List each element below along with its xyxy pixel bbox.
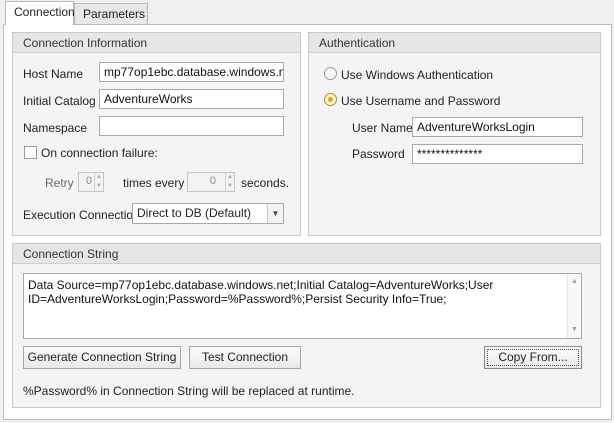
copy-from-button[interactable]: Copy From... xyxy=(484,346,582,369)
retry-interval-spinner[interactable]: 0 ▲ ▼ xyxy=(187,172,235,192)
password-input[interactable]: ************** xyxy=(412,144,583,164)
test-connection-button[interactable]: Test Connection xyxy=(189,346,301,369)
runtime-note: %Password% in Connection String will be … xyxy=(23,384,355,398)
connection-string-line-1: Data Source=mp77op1ebc.database.windows.… xyxy=(28,278,494,292)
password-label: Password xyxy=(352,147,405,161)
initial-catalog-label: Initial Catalog xyxy=(23,94,96,108)
on-failure-label: On connection failure: xyxy=(41,146,158,160)
chevron-down-icon: ▼ xyxy=(267,204,283,223)
connection-string-group: Connection String Data Source=mp77op1ebc… xyxy=(12,243,601,408)
scroll-up-icon[interactable]: ▲ xyxy=(568,276,581,288)
tab-connection[interactable]: Connection xyxy=(5,1,75,25)
connection-information-group: Connection Information Host Name mp77op1… xyxy=(12,32,301,236)
windows-auth-radio[interactable] xyxy=(324,67,337,80)
connection-information-header: Connection Information xyxy=(13,33,300,53)
connection-string-header: Connection String xyxy=(13,244,600,264)
authentication-group: Authentication Use Windows Authenticatio… xyxy=(308,32,601,236)
execution-connection-label: Execution Connection xyxy=(23,208,140,222)
windows-auth-label: Use Windows Authentication xyxy=(341,68,494,82)
retry-interval-value: 0 xyxy=(209,175,216,187)
execution-connection-select[interactable]: Direct to DB (Default) ▼ xyxy=(132,203,284,224)
spinner-arrows-icon: ▲ ▼ xyxy=(94,173,103,191)
textarea-scrollbar[interactable]: ▲ ▼ xyxy=(567,274,581,338)
retry-label: Retry xyxy=(45,176,74,190)
authentication-header: Authentication xyxy=(309,33,600,53)
on-failure-checkbox[interactable] xyxy=(24,146,37,159)
user-name-input[interactable]: AdventureWorksLogin xyxy=(412,117,583,137)
tab-parameters-label: Parameters xyxy=(83,7,146,21)
spinner-arrows-icon: ▲ ▼ xyxy=(225,173,234,191)
tab-parameters[interactable]: Parameters xyxy=(74,3,148,25)
retry-count-value: 0 xyxy=(85,175,92,187)
namespace-input[interactable] xyxy=(99,116,284,136)
user-name-label: User Name xyxy=(352,121,413,135)
tab-connection-label: Connection xyxy=(14,5,75,19)
username-auth-radio[interactable] xyxy=(324,93,337,106)
seconds-label: seconds. xyxy=(241,176,290,190)
scroll-down-icon[interactable]: ▼ xyxy=(568,324,581,336)
namespace-label: Namespace xyxy=(23,121,88,135)
host-name-input[interactable]: mp77op1ebc.database.windows.net xyxy=(99,62,284,82)
times-every-label: times every xyxy=(123,176,185,190)
username-auth-label: Use Username and Password xyxy=(341,94,501,108)
host-name-label: Host Name xyxy=(23,67,84,81)
execution-connection-value: Direct to DB (Default) xyxy=(137,206,252,220)
connection-string-line-2: ID=AdventureWorksLogin;Password=%Passwor… xyxy=(28,292,447,306)
generate-connection-string-button[interactable]: Generate Connection String xyxy=(23,346,181,369)
initial-catalog-input[interactable]: AdventureWorks xyxy=(99,89,284,109)
connection-string-textarea[interactable]: Data Source=mp77op1ebc.database.windows.… xyxy=(23,273,582,339)
retry-count-spinner[interactable]: 0 ▲ ▼ xyxy=(78,172,104,192)
